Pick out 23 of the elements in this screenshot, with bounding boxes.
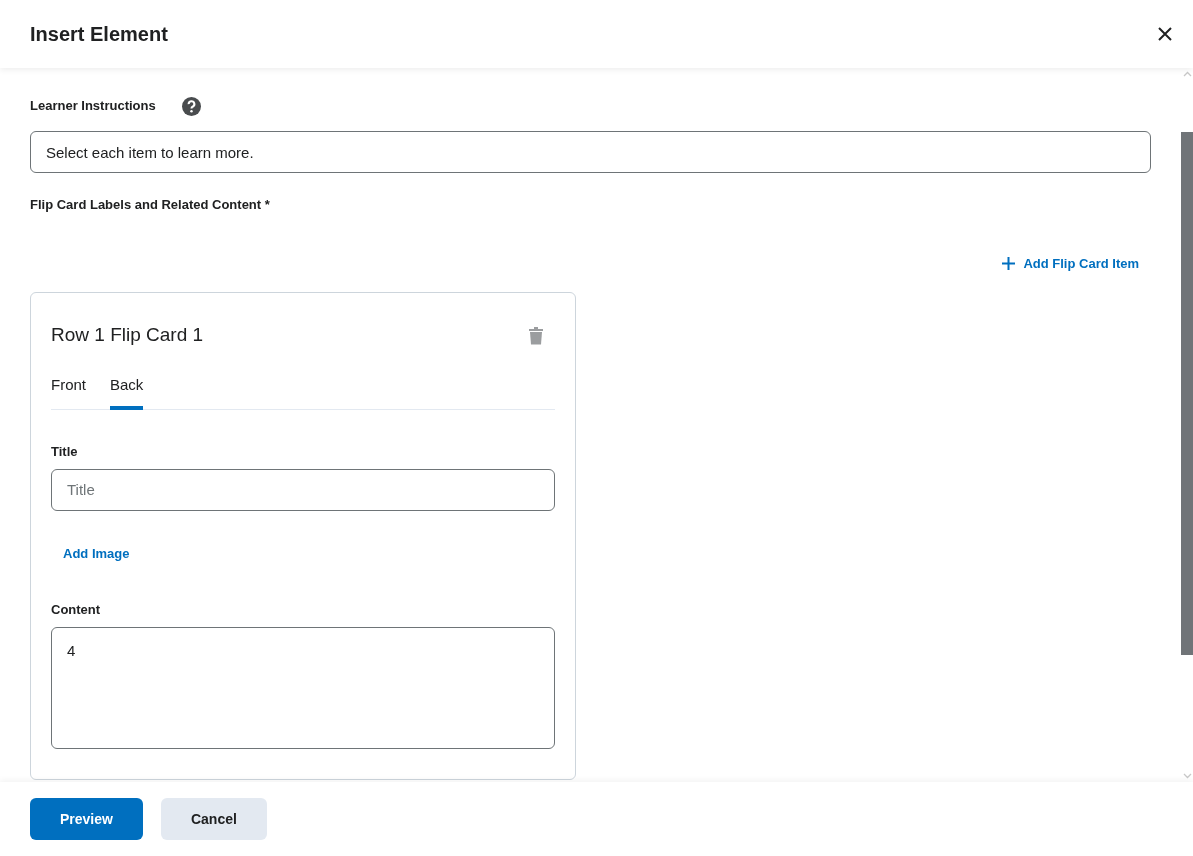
add-flip-card-item-button[interactable]: Add Flip Card Item — [1002, 252, 1139, 275]
tab[interactable]: Back — [110, 373, 144, 410]
field-label: Flip Card Labels and Related Content * — [30, 196, 271, 214]
title-field[interactable]: Title — [51, 468, 555, 511]
content-field[interactable]: 4 — [51, 626, 555, 749]
preview-button[interactable]: Preview — [30, 798, 143, 840]
delete-button[interactable] — [529, 326, 543, 345]
add-image-button[interactable]: Add Image — [63, 543, 130, 563]
field-label: Content — [51, 601, 102, 619]
field-label: Learner Instructions — [30, 97, 156, 116]
close-icon — [1158, 27, 1172, 41]
help-icon[interactable] — [181, 96, 201, 116]
field-label: Title — [51, 443, 79, 461]
trash-icon — [529, 326, 543, 345]
cancel-button[interactable]: Cancel — [160, 798, 267, 840]
instructions-field[interactable]: Select each item to learn more. — [30, 131, 1151, 173]
tab[interactable]: Front — [51, 373, 86, 410]
card-title: Row 1 Flip Card 1 — [51, 323, 204, 348]
dialog-title: Insert Element — [30, 22, 168, 47]
scrollbar-thumb[interactable] — [1181, 132, 1193, 655]
scroll-up-icon[interactable] — [1183, 71, 1192, 77]
plus-icon — [1002, 257, 1016, 270]
scroll-down-icon[interactable] — [1183, 773, 1192, 779]
